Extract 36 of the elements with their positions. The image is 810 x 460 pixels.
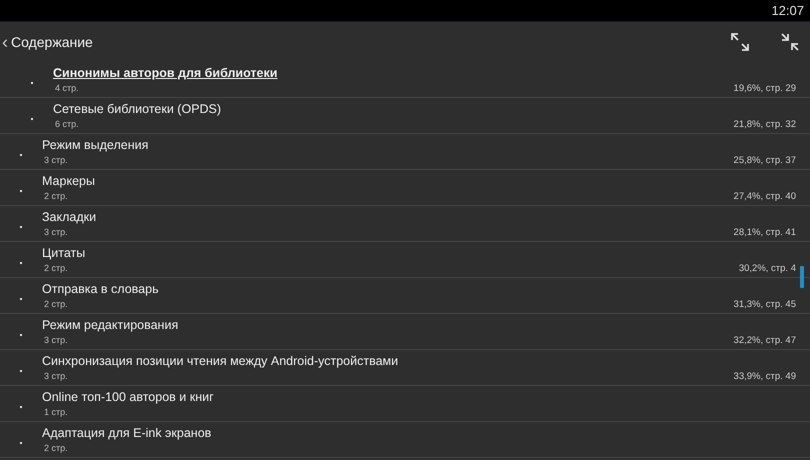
chapter-location: 21,8%, стр. 32 (734, 119, 796, 130)
page-count: 2 стр. (44, 299, 69, 309)
page-count: 3 стр. (44, 227, 69, 237)
chapter-location: 30,2%, стр. 4 (738, 263, 796, 274)
chapter-location: 31,3%, стр. 45 (734, 299, 796, 310)
page-count: 3 стр. (44, 155, 69, 165)
chapter-title[interactable]: Закладки (42, 210, 734, 224)
screen-title: Содержание (11, 34, 94, 50)
chapter-location: 27,4%, стр. 40 (734, 191, 796, 202)
page-count: 2 стр. (44, 191, 69, 201)
chapter-title[interactable]: Маркеры (42, 174, 734, 188)
chapter-title[interactable]: Отправка в словарь (42, 282, 734, 296)
chapter-title[interactable]: Режим редактирования (42, 318, 734, 332)
chapter-location: 25,8%, стр. 37 (734, 155, 796, 166)
chapter-title[interactable]: Цитаты (42, 246, 739, 260)
clock: 12:07 (771, 3, 804, 18)
chapter-location: 28,1%, стр. 41 (734, 227, 796, 238)
page-count: 2 стр. (44, 263, 69, 273)
chapter-location: 33,9%, стр. 49 (734, 371, 796, 382)
page-count: 6 стр. (55, 119, 80, 129)
chapter-title[interactable]: Online топ-100 авторов и книг (42, 390, 796, 404)
page-count: 2 стр. (44, 443, 69, 453)
chapter-location: 19,6%, стр. 29 (734, 83, 796, 94)
page-count: 3 стр. (44, 371, 69, 381)
page-count: 3 стр. (44, 335, 69, 345)
scroll-thumb[interactable] (800, 266, 804, 288)
chapter-title[interactable]: Режим выделения (42, 138, 734, 152)
back-icon[interactable]: ‹ (2, 33, 8, 51)
chapter-title[interactable]: Синхронизация позиции чтения между Android-устройствами (42, 354, 734, 368)
page-count: 1 стр. (44, 407, 69, 417)
page-count: 4 стр. (55, 83, 80, 93)
chapter-location: 32,2%, стр. 47 (734, 335, 796, 346)
chapter-title[interactable]: Адаптация для E-ink экранов (42, 426, 796, 440)
chapter-title[interactable]: Сетевые библиотеки (OPDS) (53, 102, 734, 116)
chapter-title[interactable]: Синонимы авторов для библиотеки (53, 66, 734, 80)
expand-icon[interactable] (728, 30, 752, 54)
